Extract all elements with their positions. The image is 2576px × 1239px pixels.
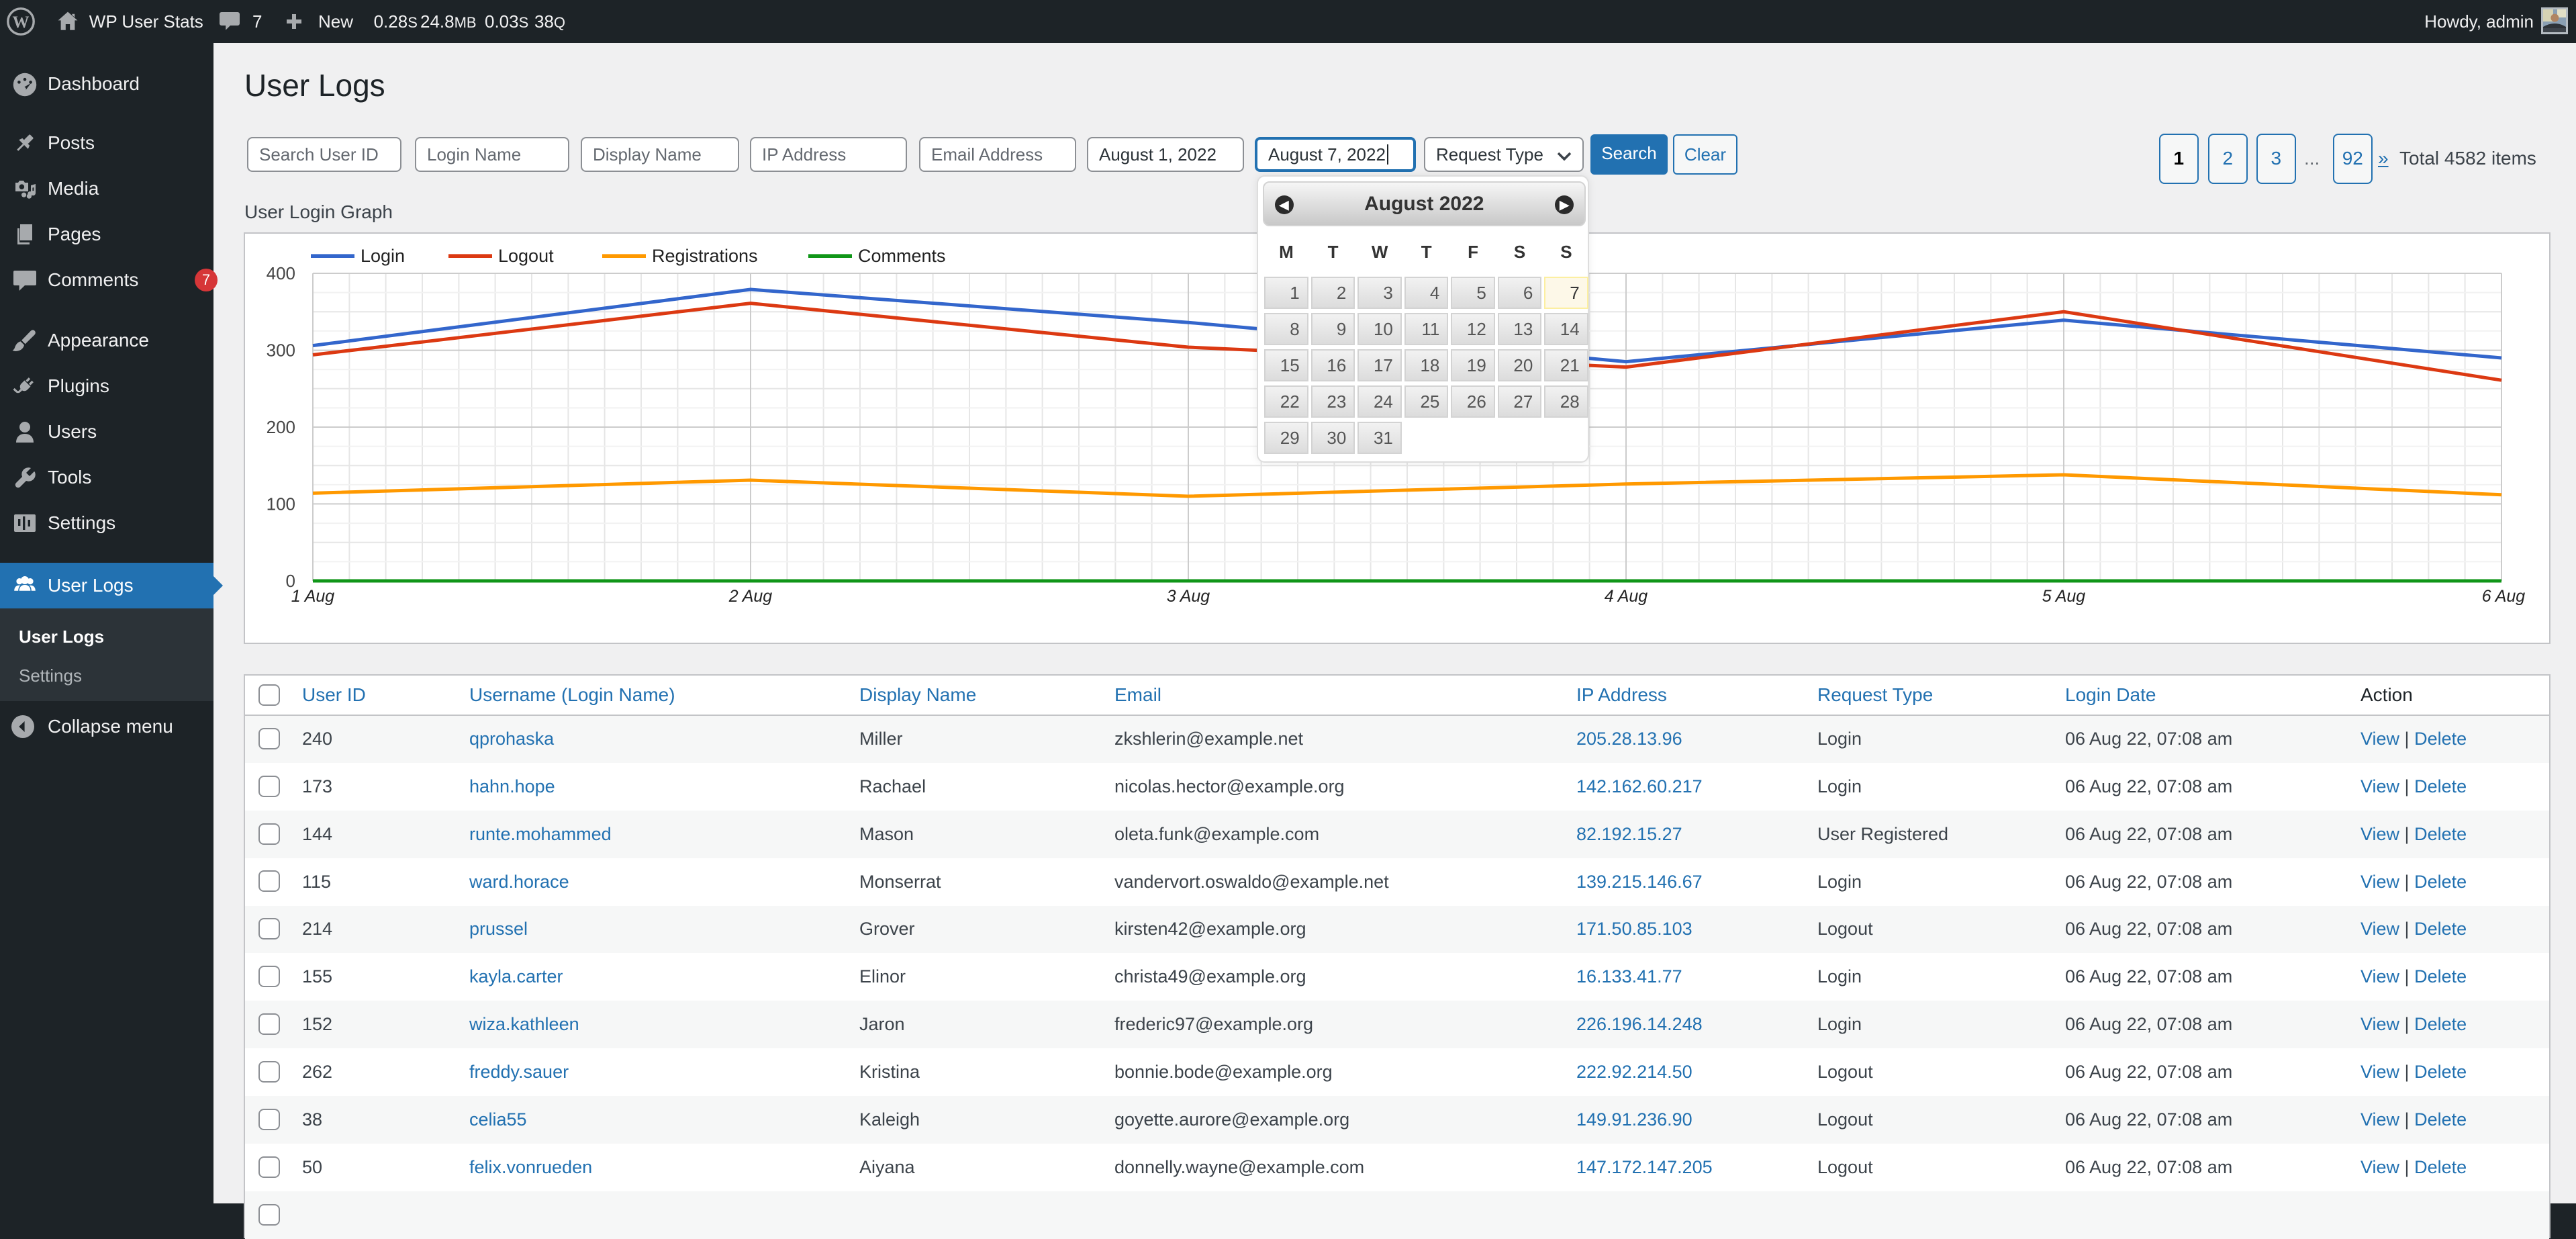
svg-text:W: W bbox=[13, 13, 30, 32]
svg-text:4 Aug: 4 Aug bbox=[1605, 587, 1648, 606]
svg-text:6 Aug: 6 Aug bbox=[2482, 587, 2526, 606]
svg-text:3 Aug: 3 Aug bbox=[1167, 587, 1210, 606]
svg-text:2 Aug: 2 Aug bbox=[728, 587, 773, 606]
svg-text:1 Aug: 1 Aug bbox=[291, 587, 335, 606]
svg-text:Logout: Logout bbox=[498, 246, 554, 266]
svg-text:Login: Login bbox=[361, 246, 405, 266]
svg-text:300: 300 bbox=[267, 340, 295, 361]
svg-text:100: 100 bbox=[267, 494, 295, 514]
svg-text:Registrations: Registrations bbox=[652, 246, 758, 266]
svg-text:5 Aug: 5 Aug bbox=[2042, 587, 2086, 606]
svg-text:400: 400 bbox=[267, 263, 295, 283]
svg-text:200: 200 bbox=[267, 417, 295, 437]
svg-text:Comments: Comments bbox=[858, 246, 946, 266]
